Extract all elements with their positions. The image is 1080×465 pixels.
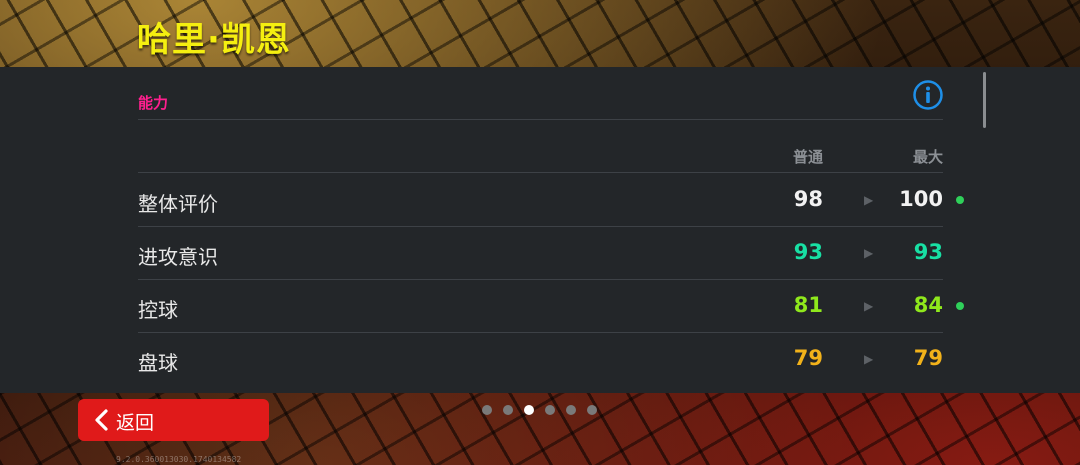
stat-max-value: 93 xyxy=(913,240,943,264)
stat-normal-value: 81 xyxy=(793,293,823,317)
stat-max-value: 79 xyxy=(913,346,943,370)
arrow-right-icon: ▶ xyxy=(864,193,874,207)
stat-row: 盘球 79 ▶ 79 xyxy=(138,333,968,385)
page-dot[interactable] xyxy=(545,404,555,415)
stat-label: 进攻意识 xyxy=(138,245,218,269)
section-divider xyxy=(138,119,943,120)
improved-dot-icon xyxy=(956,302,964,310)
stat-label: 盘球 xyxy=(138,351,178,375)
stat-row: 进攻意识 93 ▶ 93 xyxy=(138,227,968,279)
stat-max-value: 84 xyxy=(913,293,943,317)
page-dot[interactable] xyxy=(482,404,492,415)
section-title: 能力 xyxy=(138,94,169,112)
page-indicator xyxy=(482,399,608,415)
stat-row: 整体评价 98 ▶ 100 xyxy=(138,174,968,226)
column-header-max: 最大 xyxy=(912,148,943,166)
arrow-right-icon: ▶ xyxy=(864,246,874,260)
stat-normal-value: 79 xyxy=(793,346,823,370)
arrow-right-icon: ▶ xyxy=(864,352,874,366)
back-button[interactable]: 返回 xyxy=(78,399,269,441)
stat-label: 控球 xyxy=(138,298,178,322)
improved-dot-icon xyxy=(956,196,964,204)
player-name-title: 哈里·凯恩 xyxy=(137,20,291,60)
stat-max-value: 100 xyxy=(899,187,943,211)
column-header-normal: 普通 xyxy=(792,148,823,166)
header-divider xyxy=(138,172,943,173)
scrollbar[interactable] xyxy=(983,72,986,128)
stat-label: 整体评价 xyxy=(138,192,218,216)
back-button-label: 返回 xyxy=(116,412,155,434)
page-dot[interactable] xyxy=(524,404,534,415)
info-circle-icon[interactable] xyxy=(912,79,944,111)
page-dot[interactable] xyxy=(566,404,576,415)
stat-normal-value: 93 xyxy=(793,240,823,264)
stat-row: 控球 81 ▶ 84 xyxy=(138,280,968,332)
stat-normal-value: 98 xyxy=(793,187,823,211)
arrow-right-icon: ▶ xyxy=(864,299,874,313)
chevron-left-icon xyxy=(95,409,108,431)
version-text: 9.2.0.360013030.1740134582 xyxy=(116,455,242,464)
page-dot[interactable] xyxy=(503,404,513,415)
page-dot[interactable] xyxy=(587,404,597,415)
